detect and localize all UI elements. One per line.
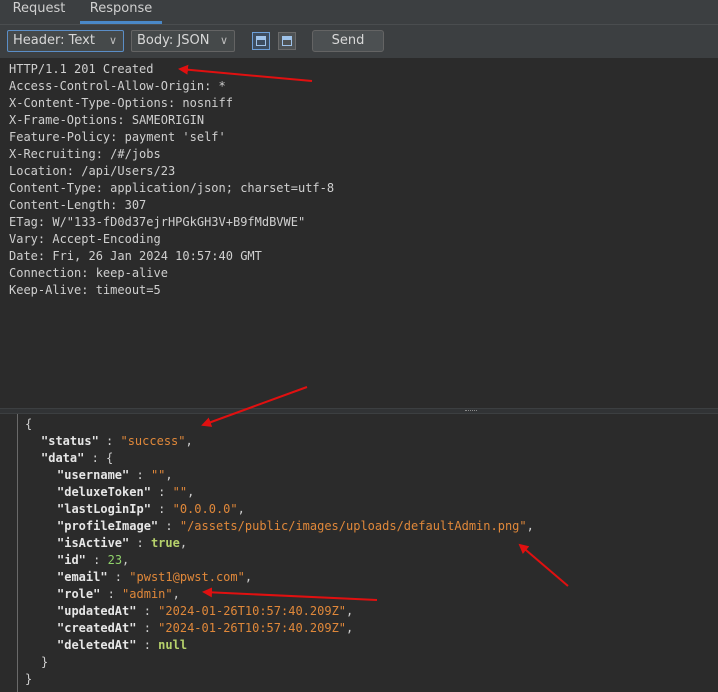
toolbar: Header: Text ∨ Body: JSON ∨ Send (0, 25, 718, 59)
json-line: "updatedAt" : "2024-01-26T10:57:40.209Z"… (57, 604, 354, 618)
json-line: } (41, 655, 49, 669)
json-line: "lastLoginIp" : "0.0.0.0", (57, 502, 245, 516)
json-line: "deluxeToken" : "", (57, 485, 195, 499)
header-line: Content-Type: application/json; charset=… (9, 181, 335, 195)
json-line: "createdAt" : "2024-01-26T10:57:40.209Z"… (57, 621, 354, 635)
json-line: "id" : 23, (57, 553, 130, 567)
header-line: Date: Fri, 26 Jan 2024 10:57:40 GMT (9, 249, 262, 263)
json-line: "username" : "", (57, 468, 173, 482)
layout-split-icon[interactable] (252, 32, 270, 50)
header-line: Feature-Policy: payment 'self' (9, 130, 226, 144)
json-line: "isActive" : true, (57, 536, 188, 550)
header-line: X-Frame-Options: SAMEORIGIN (9, 113, 205, 127)
layout-single-icon[interactable] (278, 32, 296, 50)
header-line: Keep-Alive: timeout=5 (9, 283, 161, 297)
response-body-pane[interactable]: { "status" : "success", "data" : { "user… (0, 414, 718, 692)
header-line: Connection: keep-alive (9, 266, 168, 280)
json-line: "email" : "pwst1@pwst.com", (57, 570, 253, 584)
header-line: ETag: W/"133-fD0d37ejrHPGkGH3V+B9fMdBVWE… (9, 215, 306, 229)
chevron-down-icon: ∨ (108, 34, 117, 47)
header-line: Content-Length: 307 (9, 198, 147, 212)
json-line: "deletedAt" : null (57, 638, 188, 652)
json-line: "data" : { (41, 451, 114, 465)
header-line: Access-Control-Allow-Origin: * (9, 79, 226, 93)
indent-guide (17, 414, 18, 692)
header-format-label: Header: Text (13, 33, 95, 48)
header-line: X-Recruiting: /#/jobs (9, 147, 161, 161)
tab-request[interactable]: Request (4, 0, 74, 24)
header-line: Location: /api/Users/23 (9, 164, 176, 178)
header-line: HTTP/1.1 201 Created (9, 62, 154, 76)
json-line: "status" : "success", (41, 434, 193, 448)
send-button[interactable]: Send (312, 30, 384, 52)
json-line: } (25, 672, 33, 686)
header-line: X-Content-Type-Options: nosniff (9, 96, 233, 110)
json-line: "profileImage" : "/assets/public/images/… (57, 519, 534, 533)
tab-response[interactable]: Response (80, 0, 162, 24)
header-line: Vary: Accept-Encoding (9, 232, 161, 246)
response-headers-pane[interactable]: HTTP/1.1 201 Created Access-Control-Allo… (0, 59, 718, 408)
header-format-select[interactable]: Header: Text ∨ (7, 30, 124, 52)
json-line: { (25, 417, 33, 431)
body-format-select[interactable]: Body: JSON ∨ (131, 30, 235, 52)
json-line: "role" : "admin", (57, 587, 180, 601)
chevron-down-icon: ∨ (219, 34, 228, 47)
tab-bar: Request Response (0, 0, 718, 25)
body-format-label: Body: JSON (137, 33, 210, 48)
